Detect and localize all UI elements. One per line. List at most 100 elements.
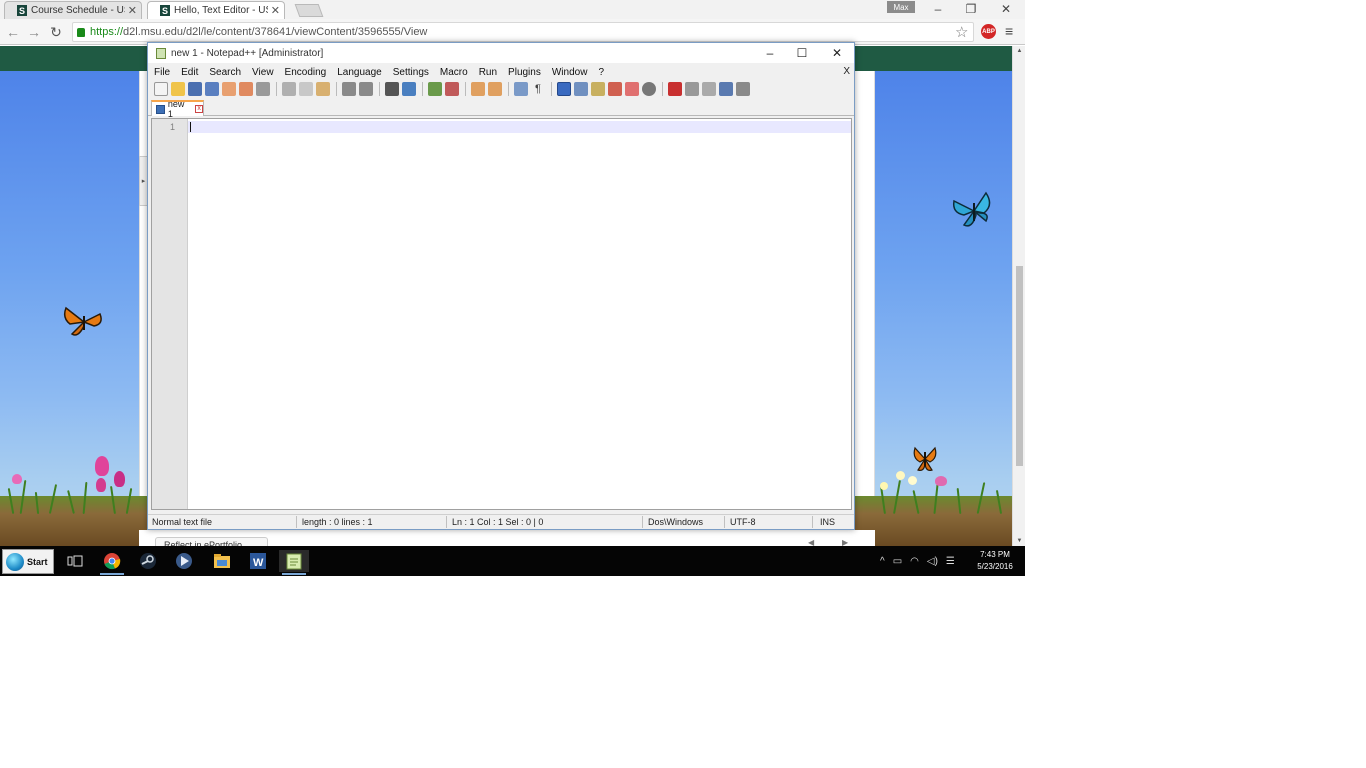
back-icon[interactable]: ← [3,22,23,42]
new-file-icon[interactable] [154,82,168,96]
menu-language[interactable]: Language [337,67,382,78]
media-app-icon[interactable] [169,550,199,572]
action-center-icon[interactable]: ☰ [946,556,955,567]
battery-icon[interactable]: ▭ [893,556,902,567]
tab-label: new 1 [167,99,185,119]
close-tab-icon[interactable]: ✕ [128,4,137,17]
menu-encoding[interactable]: Encoding [285,67,327,78]
open-file-icon[interactable] [171,82,185,96]
windows-orb-icon [6,552,24,571]
close-tab-icon[interactable]: ✕ [271,4,280,17]
run-macro-multiple-icon[interactable] [719,82,733,96]
close-all-icon[interactable] [239,82,253,96]
zoom-out-icon[interactable] [445,82,459,96]
menu-search[interactable]: Search [209,67,241,78]
user-defined-language-icon[interactable] [574,82,588,96]
monarch-butterfly-icon [63,306,102,336]
save-icon[interactable] [188,82,202,96]
save-all-icon[interactable] [205,82,219,96]
word-icon[interactable]: W [243,550,273,572]
close-window-icon[interactable]: ✕ [991,1,1021,17]
pink-tulip-decoration [114,471,125,487]
notepadpp-menu-bar: File Edit Search View Encoding Language … [148,64,854,80]
find-icon[interactable] [385,82,399,96]
page-scrollbar[interactable]: ▲ ▼ [1012,46,1025,546]
system-clock[interactable]: 7:43 PM 5/23/2016 [974,549,1016,573]
adblock-plus-icon[interactable]: ABP [981,24,996,39]
minimize-icon[interactable]: – [923,1,953,17]
monitoring-icon[interactable] [642,82,656,96]
menu-view[interactable]: View [252,67,274,78]
save-macro-icon[interactable] [736,82,750,96]
menu-settings[interactable]: Settings [393,67,429,78]
document-map-icon[interactable] [591,82,605,96]
cut-icon[interactable] [282,82,296,96]
task-view-icon[interactable] [60,550,90,572]
undo-icon[interactable] [342,82,356,96]
menu-edit[interactable]: Edit [181,67,198,78]
stop-recording-icon[interactable] [685,82,699,96]
browser-tab-strip: S Course Schedule - US16 I ✕ S Hello, Te… [0,0,1025,19]
sync-vertical-icon[interactable] [471,82,485,96]
menu-plugins[interactable]: Plugins [508,67,541,78]
minimize-icon[interactable]: – [756,45,784,61]
tab-course-schedule[interactable]: S Course Schedule - US16 I ✕ [4,1,142,19]
show-hidden-icons-icon[interactable]: ^ [880,556,885,567]
menu-file[interactable]: File [154,67,170,78]
status-insert-mode: INS [820,517,836,527]
show-all-characters-icon[interactable]: ¶ [531,82,545,96]
toolbar-separator [276,82,277,96]
profile-badge[interactable]: Max [887,1,915,13]
folder-as-workspace-icon[interactable] [625,82,639,96]
sync-horizontal-icon[interactable] [488,82,502,96]
chrome-menu-icon[interactable]: ≡ [1005,23,1013,39]
steam-icon[interactable] [133,550,163,572]
scroll-up-icon[interactable]: ▲ [1013,48,1025,54]
new-tab-button[interactable] [294,4,324,17]
close-tab-icon[interactable]: x [195,105,203,113]
menu-macro[interactable]: Macro [440,67,468,78]
notepadpp-window: new 1 - Notepad++ [Administrator] – ☐ ✕ … [147,42,855,530]
start-button[interactable]: Start [2,549,54,574]
scroll-down-icon[interactable]: ▼ [1013,538,1025,544]
word-wrap-icon[interactable] [514,82,528,96]
clock-time: 7:43 PM [980,550,1010,559]
status-divider [446,516,447,528]
menu-run[interactable]: Run [479,67,497,78]
start-recording-icon[interactable] [668,82,682,96]
toolbar-separator [465,82,466,96]
replace-icon[interactable] [402,82,416,96]
function-list-icon[interactable] [608,82,622,96]
restore-icon[interactable]: ❐ [956,1,986,17]
tab-new-1[interactable]: new 1 x [151,99,204,119]
close-file-icon[interactable] [222,82,236,96]
tab-hello-text-editor[interactable]: S Hello, Text Editor - US16 I ✕ [147,1,285,19]
close-window-icon[interactable]: ✕ [823,45,851,61]
notepadpp-icon[interactable] [279,550,309,575]
print-icon[interactable] [256,82,270,96]
bookmark-star-icon[interactable]: ☆ [955,23,968,41]
paste-icon[interactable] [316,82,330,96]
volume-icon[interactable]: ◁) [927,556,938,567]
file-explorer-icon[interactable] [207,550,237,572]
menu-window[interactable]: Window [552,67,588,78]
lock-icon [77,27,85,37]
close-document-icon[interactable]: X [843,66,850,77]
redo-icon[interactable] [359,82,373,96]
indent-guide-icon[interactable] [557,82,571,96]
zoom-in-icon[interactable] [428,82,442,96]
text-editor-area[interactable]: 1 [151,118,852,510]
menu-help[interactable]: ? [598,67,604,78]
playback-icon[interactable] [702,82,716,96]
wifi-icon[interactable]: ◠ [910,556,919,567]
scrollbar-thumb[interactable] [1016,266,1023,466]
address-bar[interactable]: https://d2l.msu.edu/d2l/le/content/37864… [72,22,974,42]
line-number-gutter: 1 [152,119,188,509]
copy-icon[interactable] [299,82,313,96]
msu-favicon-icon: S [160,5,170,16]
chrome-icon[interactable] [97,550,127,575]
forward-icon[interactable]: → [24,22,44,42]
maximize-icon[interactable]: ☐ [788,45,816,61]
notepadpp-title-bar[interactable]: new 1 - Notepad++ [Administrator] [148,43,854,63]
reload-icon[interactable]: ↻ [46,22,66,42]
